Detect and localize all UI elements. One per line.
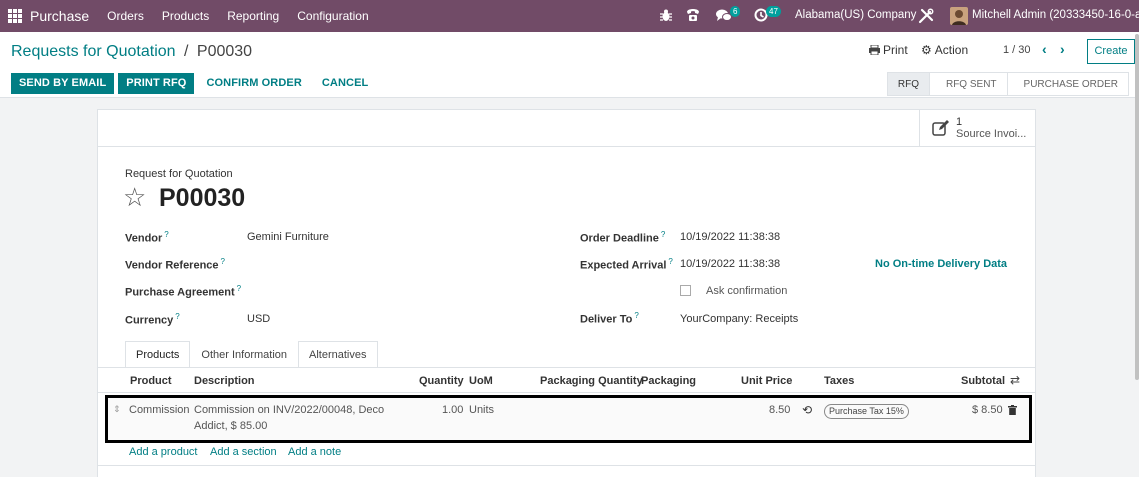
row-quantity[interactable]: 1.00	[442, 404, 463, 416]
document-type: Request for Quotation	[125, 168, 233, 180]
row-description-line1[interactable]: Commission on INV/2022/00048, Deco	[194, 404, 384, 416]
control-panel: Requests for Quotation / P00030 Print ⚙ …	[0, 32, 1139, 98]
row-unit-price[interactable]: 8.50	[769, 404, 790, 416]
tab-products[interactable]: Products	[125, 341, 191, 368]
smart-button-count: 1	[956, 116, 963, 128]
stage-rfq-sent[interactable]: RFQ SENT	[929, 72, 1008, 96]
currency-label: Currency?	[125, 312, 180, 327]
col-packaging-quantity[interactable]: Packaging Quantity	[540, 375, 643, 387]
expected-arrival-field[interactable]: 10/19/2022 11:38:38	[680, 258, 780, 270]
divider	[98, 146, 1035, 147]
apps-menu-icon[interactable]	[8, 9, 22, 23]
expected-arrival-label: Expected Arrival?	[580, 257, 673, 272]
reset-price-icon[interactable]: ⟲	[802, 403, 812, 417]
breadcrumb-parent-link[interactable]: Requests for Quotation	[11, 43, 176, 60]
purchase-agreement-label: Purchase Agreement?	[125, 284, 242, 299]
deliver-to-field[interactable]: YourCompany: Receipts	[680, 313, 798, 325]
row-product[interactable]: Commission	[129, 404, 190, 416]
edit-icon	[932, 120, 949, 136]
tab-divider	[98, 367, 1035, 368]
pager-value[interactable]: 1 / 30	[1003, 44, 1031, 56]
print-icon	[869, 45, 880, 55]
pager-next-icon[interactable]: ›	[1060, 41, 1065, 57]
tax-tag[interactable]: Purchase Tax 15%	[824, 404, 909, 419]
star-icon[interactable]: ☆	[123, 183, 146, 211]
messages-count-badge: 6	[730, 6, 741, 17]
order-deadline-field[interactable]: 10/19/2022 11:38:38	[680, 231, 780, 243]
row-description-line2[interactable]: Addict, $ 85.00	[194, 420, 267, 432]
tools-icon[interactable]	[918, 8, 934, 24]
user-menu[interactable]: Mitchell Admin (20333450-16-0-all)	[972, 9, 1139, 21]
status-pipeline: RFQ RFQ SENT PURCHASE ORDER	[886, 72, 1129, 96]
add-note-link[interactable]: Add a note	[288, 446, 341, 458]
col-taxes[interactable]: Taxes	[824, 375, 854, 387]
phone-icon[interactable]	[686, 8, 700, 22]
col-quantity[interactable]: Quantity	[419, 375, 464, 387]
gear-icon: ⚙	[921, 43, 932, 57]
pager-prev-icon[interactable]: ‹	[1042, 41, 1047, 57]
confirm-order-button[interactable]: CONFIRM ORDER	[198, 73, 309, 94]
send-by-email-button[interactable]: SEND BY EMAIL	[11, 73, 115, 94]
purchase-agreement-input[interactable]	[247, 282, 547, 298]
cancel-button[interactable]: CANCEL	[314, 73, 376, 94]
ask-confirmation-checkbox[interactable]	[680, 285, 691, 296]
add-section-link[interactable]: Add a section	[210, 446, 277, 458]
breadcrumb: Requests for Quotation / P00030	[11, 43, 252, 61]
smart-button-label: Source Invoi...	[956, 128, 1027, 140]
header-divider	[98, 392, 1035, 393]
breadcrumb-separator: /	[184, 43, 189, 60]
vendor-field[interactable]: Gemini Furniture	[247, 231, 329, 243]
add-product-link[interactable]: Add a product	[129, 446, 198, 458]
print-menu[interactable]: Print	[869, 43, 908, 57]
table-row[interactable]	[105, 395, 1032, 443]
vendor-reference-input[interactable]	[247, 255, 547, 271]
vendor-label: Vendor?	[125, 230, 169, 245]
action-menu[interactable]: ⚙ Action	[921, 43, 968, 57]
menu-configuration[interactable]: Configuration	[297, 9, 368, 23]
col-subtotal[interactable]: Subtotal	[961, 375, 1005, 387]
row-subtotal: $ 8.50	[972, 404, 1003, 416]
trash-icon[interactable]	[1008, 405, 1017, 415]
breadcrumb-current: P00030	[196, 43, 253, 60]
page-scrollbar[interactable]	[1135, 34, 1139, 380]
document-name: P00030	[159, 184, 246, 212]
deliver-to-label: Deliver To?	[580, 311, 639, 326]
form-sheet: 1 Source Invoi... Request for Quotation …	[97, 109, 1036, 477]
vendor-reference-label: Vendor Reference?	[125, 257, 225, 272]
row-uom[interactable]: Units	[469, 404, 494, 416]
company-switcher[interactable]: Alabama(US) Company	[795, 9, 916, 21]
col-description[interactable]: Description	[194, 375, 255, 387]
user-avatar[interactable]	[950, 7, 968, 25]
ask-confirmation-label: Ask confirmation	[706, 285, 788, 297]
stage-purchase-order[interactable]: PURCHASE ORDER	[1007, 72, 1129, 96]
menu-orders[interactable]: Orders	[107, 9, 144, 23]
tab-alternatives[interactable]: Alternatives	[298, 341, 378, 368]
order-deadline-label: Order Deadline?	[580, 230, 666, 245]
on-time-delivery-link[interactable]: No On-time Delivery Data	[875, 258, 1007, 270]
top-navbar: Purchase Orders Products Reporting Confi…	[0, 0, 1139, 32]
drag-handle-icon[interactable]: ⇕	[113, 404, 121, 415]
status-buttons: SEND BY EMAIL PRINT RFQ CONFIRM ORDER CA…	[11, 73, 380, 94]
print-rfq-button[interactable]: PRINT RFQ	[118, 73, 195, 94]
menu-products[interactable]: Products	[162, 9, 209, 23]
col-packaging[interactable]: Packaging	[641, 375, 696, 387]
optional-columns-icon[interactable]: ⇄	[1010, 373, 1020, 387]
action-label: Action	[934, 43, 969, 57]
stage-rfq[interactable]: RFQ	[886, 72, 930, 96]
activities-count-badge: 47	[766, 6, 781, 17]
menu-reporting[interactable]: Reporting	[227, 9, 279, 23]
col-uom[interactable]: UoM	[469, 375, 493, 387]
col-product[interactable]: Product	[130, 375, 172, 387]
print-label: Print	[883, 43, 908, 57]
create-button[interactable]: Create	[1087, 39, 1135, 64]
bug-icon[interactable]	[660, 9, 672, 22]
source-invoice-smart-button[interactable]: 1 Source Invoi...	[919, 110, 1035, 146]
table-footer-divider	[98, 465, 1035, 466]
col-unit-price[interactable]: Unit Price	[741, 375, 792, 387]
app-name[interactable]: Purchase	[30, 8, 89, 24]
currency-field[interactable]: USD	[247, 313, 270, 325]
notebook-tabs: Products Other Information Alternatives	[125, 341, 378, 368]
tab-other-information[interactable]: Other Information	[190, 341, 298, 368]
